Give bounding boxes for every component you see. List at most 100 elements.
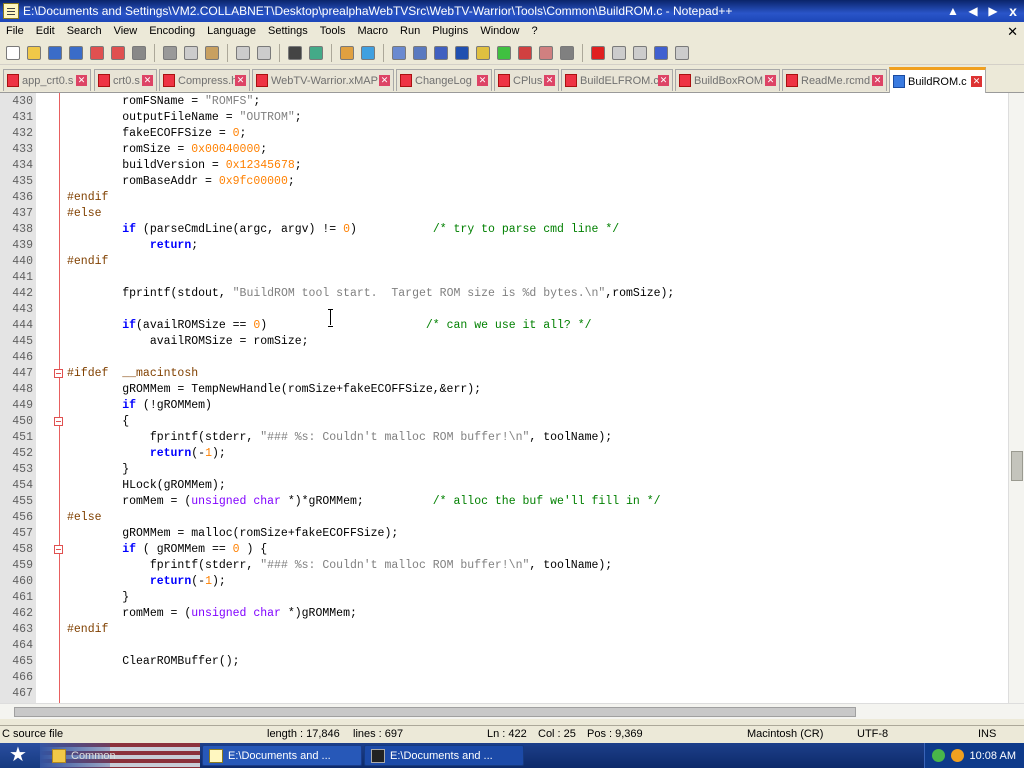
code-line[interactable]: 459 fprintf(stderr, "### %s: Couldn't ma… xyxy=(0,558,1008,574)
status-eol-format[interactable]: Macintosh (CR) xyxy=(747,726,823,743)
taskbar-console-button[interactable]: E:\Documents and ... xyxy=(364,745,524,766)
code-line[interactable]: 467 xyxy=(0,686,1008,702)
tab-webtv-warrior-xmap[interactable]: WebTV-Warrior.xMAP ✕ xyxy=(252,69,394,91)
tab-close-icon[interactable]: ✕ xyxy=(142,75,153,86)
indent-guide-icon[interactable] xyxy=(453,44,471,62)
tab-readme-rcmd[interactable]: ReadMe.rcmd ✕ xyxy=(782,69,887,91)
menu-plugins[interactable]: Plugins xyxy=(426,22,474,41)
code-line[interactable]: 460 return(-1); xyxy=(0,574,1008,590)
record-macro-icon[interactable] xyxy=(589,44,607,62)
restore-button[interactable]: ▲ xyxy=(944,3,962,19)
tab-close-icon[interactable]: ✕ xyxy=(235,75,246,86)
code-line[interactable]: 457 gROMMem = malloc(romSize+fakeECOFFSi… xyxy=(0,526,1008,542)
start-button[interactable]: ★ xyxy=(0,743,40,768)
tab-close-icon[interactable]: ✕ xyxy=(379,75,390,86)
play-macro-icon[interactable] xyxy=(631,44,649,62)
code-line[interactable]: 461 } xyxy=(0,590,1008,606)
tab-close-icon[interactable]: ✕ xyxy=(971,76,982,87)
horizontal-scroll-thumb[interactable] xyxy=(14,707,856,717)
menu-search[interactable]: Search xyxy=(61,22,108,41)
folder-workspace-icon[interactable] xyxy=(516,44,534,62)
code-line[interactable]: 435 romBaseAddr = 0x9fc00000; xyxy=(0,174,1008,190)
tab-close-icon[interactable]: ✕ xyxy=(76,75,87,86)
code-editor[interactable]: 430 romFSName = "ROMFS"; 431 outputFileNa… xyxy=(0,93,1024,703)
menu-edit[interactable]: Edit xyxy=(30,22,61,41)
code-line[interactable]: 439 return; xyxy=(0,238,1008,254)
vertical-scroll-thumb[interactable] xyxy=(1011,451,1023,481)
code-line[interactable]: 458 if ( gROMMem == 0 ) { xyxy=(0,542,1008,558)
notepad-app-icon[interactable] xyxy=(3,3,19,19)
search-tray-icon[interactable] xyxy=(950,749,964,762)
code-line[interactable]: 430 romFSName = "ROMFS"; xyxy=(0,94,1008,110)
code-line[interactable]: 436 #endif xyxy=(0,190,1008,206)
vertical-scrollbar[interactable] xyxy=(1008,93,1024,703)
code-line[interactable]: 456 #else xyxy=(0,510,1008,526)
zoom-out-icon[interactable] xyxy=(359,44,377,62)
code-line[interactable]: 440 #endif xyxy=(0,254,1008,270)
menu-run[interactable]: Run xyxy=(394,22,426,41)
code-line[interactable]: 449 if (!gROMMem) xyxy=(0,398,1008,414)
code-line[interactable]: 446 xyxy=(0,350,1008,366)
tab-crt0-s[interactable]: crt0.s ✕ xyxy=(94,69,157,91)
function-list-icon[interactable] xyxy=(495,44,513,62)
tab-close-icon[interactable]: ✕ xyxy=(872,75,883,86)
tab-buildelfrom-c[interactable]: BuildELFROM.c ✕ xyxy=(561,69,673,91)
code-line[interactable]: 466 xyxy=(0,670,1008,686)
title-bar[interactable]: E:\Documents and Settings\VM2.COLLABNET\… xyxy=(0,0,1024,22)
copy-icon[interactable] xyxy=(182,44,200,62)
code-line[interactable]: 451 fprintf(stderr, "### %s: Couldn't ma… xyxy=(0,430,1008,446)
fold-toggle-icon[interactable] xyxy=(54,369,63,378)
status-encoding[interactable]: UTF-8 xyxy=(857,726,888,743)
menu-language[interactable]: Language xyxy=(201,22,262,41)
code-line[interactable]: 453 } xyxy=(0,462,1008,478)
close-all-icon[interactable] xyxy=(109,44,127,62)
code-line[interactable]: 455 romMem = (unsigned char *)*gROMMem; … xyxy=(0,494,1008,510)
code-line[interactable]: 442 fprintf(stdout, "BuildROM tool start… xyxy=(0,286,1008,302)
word-wrap-icon[interactable] xyxy=(411,44,429,62)
menu-encoding[interactable]: Encoding xyxy=(143,22,201,41)
print-icon[interactable] xyxy=(130,44,148,62)
code-line[interactable]: 433 romSize = 0x00040000; xyxy=(0,142,1008,158)
menu-tools[interactable]: Tools xyxy=(314,22,352,41)
minimize-button[interactable]: ◀ xyxy=(964,3,982,19)
undo-icon[interactable] xyxy=(234,44,252,62)
code-line[interactable]: 437 #else xyxy=(0,206,1008,222)
redo-icon[interactable] xyxy=(255,44,273,62)
fold-toggle-icon[interactable] xyxy=(54,417,63,426)
tab-buildboxrom[interactable]: BuildBoxROM ✕ xyxy=(675,69,780,91)
code-line[interactable]: 465 ClearROMBuffer(); xyxy=(0,654,1008,670)
menu-help[interactable]: ? xyxy=(525,22,543,41)
monitor-icon[interactable] xyxy=(537,44,555,62)
code-line[interactable]: 443 xyxy=(0,302,1008,318)
save-icon[interactable] xyxy=(46,44,64,62)
code-line[interactable]: 444 if(availROMSize == 0) /* can we use … xyxy=(0,318,1008,334)
code-line[interactable]: 464 xyxy=(0,638,1008,654)
tab-close-icon[interactable]: ✕ xyxy=(765,75,776,86)
taskbar-notepad-button[interactable]: E:\Documents and ... xyxy=(202,745,362,766)
close-document-icon[interactable]: ✕ xyxy=(1007,22,1018,41)
show-all-chars-icon[interactable] xyxy=(432,44,450,62)
eye-icon[interactable] xyxy=(558,44,576,62)
maximize-button[interactable]: ▶ xyxy=(984,3,1002,19)
horizontal-scrollbar[interactable] xyxy=(0,703,1024,719)
doc-map-icon[interactable] xyxy=(474,44,492,62)
paste-icon[interactable] xyxy=(203,44,221,62)
status-insert-mode[interactable]: INS xyxy=(978,726,996,743)
code-line[interactable]: 445 availROMSize = romSize; xyxy=(0,334,1008,350)
replace-icon[interactable] xyxy=(307,44,325,62)
open-file-icon[interactable] xyxy=(25,44,43,62)
taskbar-folder-button[interactable]: Common xyxy=(46,745,196,766)
code-line[interactable]: 432 fakeECOFFSize = 0; xyxy=(0,126,1008,142)
play-multiple-icon[interactable] xyxy=(652,44,670,62)
code-line[interactable]: 452 return(-1); xyxy=(0,446,1008,462)
menu-macro[interactable]: Macro xyxy=(351,22,394,41)
menu-settings[interactable]: Settings xyxy=(262,22,314,41)
tab-close-icon[interactable]: ✕ xyxy=(544,75,555,86)
sync-vertical-icon[interactable] xyxy=(390,44,408,62)
cut-icon[interactable] xyxy=(161,44,179,62)
tab-close-icon[interactable]: ✕ xyxy=(477,75,488,86)
tab-buildrom-c[interactable]: BuildROM.c ✕ xyxy=(889,67,986,93)
code-line[interactable]: 462 romMem = (unsigned char *)gROMMem; xyxy=(0,606,1008,622)
code-line[interactable]: 441 xyxy=(0,270,1008,286)
fold-toggle-icon[interactable] xyxy=(54,545,63,554)
